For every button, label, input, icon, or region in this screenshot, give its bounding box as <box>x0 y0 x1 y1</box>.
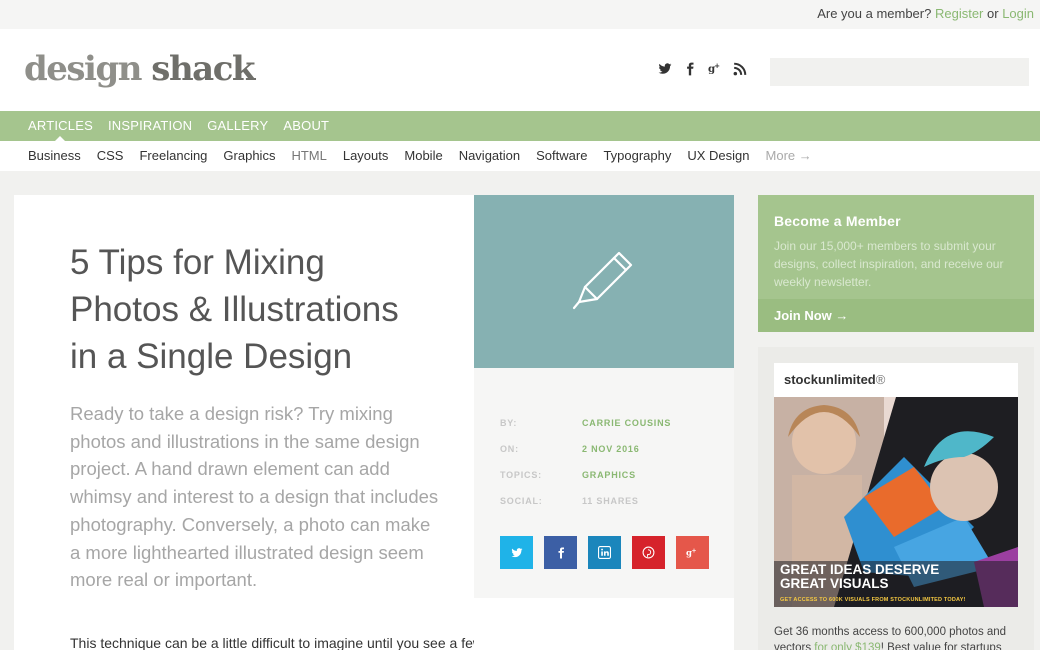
search-input[interactable] <box>770 58 1029 86</box>
category-business[interactable]: Business <box>28 141 81 171</box>
category-typography[interactable]: Typography <box>603 141 671 171</box>
meta-date: 2 NOV 2016 <box>582 444 640 454</box>
ad-headline-line2: GREAT VISUALS <box>780 576 889 591</box>
join-now-button[interactable]: Join Now → <box>758 299 1034 332</box>
category-mobile[interactable]: Mobile <box>404 141 442 171</box>
ad-subline: GET ACCESS TO 600K VISUALS FROM STOCKUNL… <box>780 597 966 603</box>
ad-headline: GREAT IDEAS DESERVE GREAT VISUALS <box>780 563 939 591</box>
share-googleplus-button[interactable]: g + <box>676 536 709 569</box>
rss-icon[interactable] <box>733 62 747 76</box>
ad-caption: Get 36 months access to 600,000 photos a… <box>774 624 1024 650</box>
meta-date-row: ON: 2 NOV 2016 <box>500 444 640 454</box>
sponsor-ad: stockunlimited® GREAT IDEAS DESERVE GREAT… <box>758 347 1034 650</box>
article-meta-column: BY: CARRIE COUSINS ON: 2 NOV 2016 TOPICS: G… <box>474 195 734 650</box>
meta-on-label: ON: <box>500 444 519 454</box>
category-more-link[interactable]: More → <box>766 141 812 171</box>
facebook-icon <box>558 547 564 558</box>
svg-text:+: + <box>714 62 720 70</box>
category-layouts[interactable]: Layouts <box>343 141 389 171</box>
article-card: 5 Tips for Mixing Photos & Illustrations… <box>14 195 603 650</box>
site-logo[interactable]: design shack <box>24 49 255 89</box>
meta-social-row: SOCIAL: 11 SHARES <box>500 496 639 506</box>
article-hero-tile <box>474 195 734 368</box>
ad-image: GREAT IDEAS DESERVE GREAT VISUALS GET ACC… <box>774 397 1018 607</box>
nav-item-gallery[interactable]: GALLERY <box>207 111 268 141</box>
category-graphics[interactable]: Graphics <box>223 141 275 171</box>
twitter-icon <box>511 547 522 557</box>
googleplus-icon: g + <box>686 547 697 558</box>
membership-text: Join our 15,000+ members to submit your … <box>774 239 1004 289</box>
linkedin-icon <box>598 546 611 559</box>
pen-icon <box>572 251 633 310</box>
member-topbar: Are you a member? Register or Login <box>0 0 1040 29</box>
ad-logo-text: stockunlimited <box>784 372 876 387</box>
share-pinterest-button[interactable] <box>632 536 665 569</box>
or-text: or <box>983 6 1003 21</box>
facebook-icon[interactable] <box>683 62 697 76</box>
ad-logo: stockunlimited® <box>784 372 885 387</box>
meta-social-label: SOCIAL: <box>500 496 543 506</box>
article-lead: Ready to take a design risk? Try mixing … <box>70 403 439 591</box>
article-title[interactable]: 5 Tips for Mixing Photos & Illustrations… <box>70 239 430 380</box>
meta-topic[interactable]: GRAPHICS <box>582 470 636 480</box>
share-facebook-button[interactable] <box>544 536 577 569</box>
social-links: g + <box>658 62 747 76</box>
category-navigation[interactable]: Navigation <box>459 141 520 171</box>
ad-caption-tail: ! Best value for startups <box>880 642 1002 650</box>
site-header: design shack g + <box>0 29 1040 111</box>
twitter-icon[interactable] <box>658 62 672 76</box>
meta-author[interactable]: CARRIE COUSINS <box>582 418 671 428</box>
membership-title: Become a Member <box>774 213 901 229</box>
stockunlimited-ad[interactable]: stockunlimited® GREAT IDEAS DESERVE GREAT… <box>774 363 1018 607</box>
meta-topics-label: TOPICS: <box>500 470 542 480</box>
pinterest-icon <box>642 546 655 559</box>
ad-price-link[interactable]: for only $139 <box>814 642 881 650</box>
meta-by-label: BY: <box>500 418 518 428</box>
membership-box: Become a Member Join our 15,000+ members… <box>758 195 1034 332</box>
ad-headline-line1: GREAT IDEAS DESERVE <box>780 562 940 577</box>
category-css[interactable]: CSS <box>97 141 124 171</box>
share-linkedin-button[interactable] <box>588 536 621 569</box>
logo-word-design: design <box>24 49 152 89</box>
nav-item-inspiration[interactable]: INSPIRATION <box>108 111 192 141</box>
category-software[interactable]: Software <box>536 141 587 171</box>
share-twitter-button[interactable] <box>500 536 533 569</box>
member-prompt: Are you a member? <box>817 6 935 21</box>
primary-nav: ARTICLES INSPIRATION GALLERY ABOUT <box>0 111 1040 141</box>
login-link[interactable]: Login <box>1002 6 1034 21</box>
svg-text:+: + <box>691 547 696 554</box>
nav-item-about[interactable]: ABOUT <box>283 111 329 141</box>
category-ux-design[interactable]: UX Design <box>687 141 749 171</box>
ad-logo-mark: ® <box>875 372 886 387</box>
nav-item-articles[interactable]: ARTICLES <box>28 111 93 141</box>
share-buttons: g + <box>500 536 709 569</box>
meta-shares: 11 SHARES <box>582 496 639 506</box>
googleplus-icon[interactable]: g + <box>708 62 722 76</box>
meta-author-row: BY: CARRIE COUSINS <box>500 418 671 428</box>
meta-topics-row: TOPICS: GRAPHICS <box>500 470 636 480</box>
register-link[interactable]: Register <box>935 6 983 21</box>
category-nav: Business CSS Freelancing Graphics HTML L… <box>0 141 1040 171</box>
logo-word-shack: shack <box>151 49 255 89</box>
category-html[interactable]: HTML <box>291 141 326 171</box>
category-freelancing[interactable]: Freelancing <box>139 141 207 171</box>
